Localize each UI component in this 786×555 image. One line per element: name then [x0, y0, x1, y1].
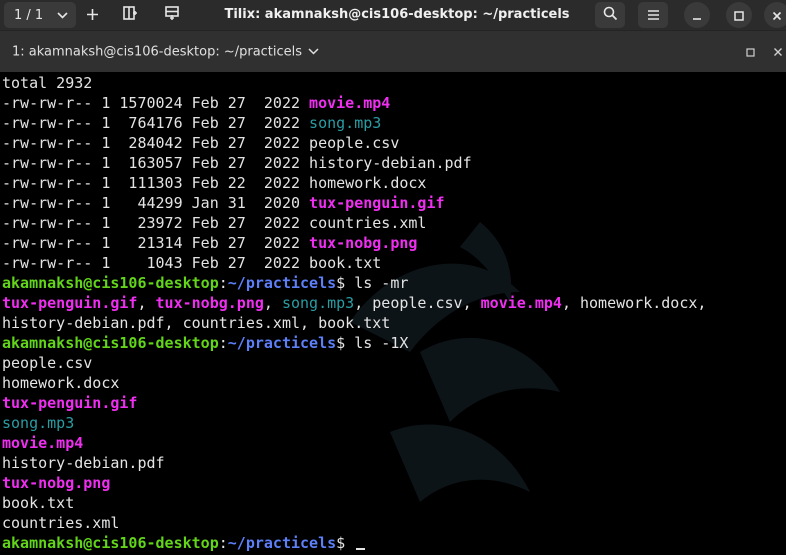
- terminal-line: -rw-rw-r-- 1 764176 Feb 27 2022 song.mp3: [2, 113, 706, 133]
- terminal-text-segment: ,: [137, 294, 156, 312]
- terminal-text-segment: tux-nobg.png: [2, 474, 111, 492]
- terminal-text-segment: song.mp3: [2, 414, 75, 432]
- terminal-text-segment: -rw-rw-r-- 1 111303 Feb 22 2022 homework…: [2, 174, 427, 192]
- close-terminal-icon: [773, 42, 783, 61]
- terminal-text-segment: movie.mp4: [309, 94, 391, 112]
- terminal-line: countries.xml: [2, 513, 706, 533]
- terminal-line: people.csv: [2, 353, 706, 373]
- chevron-down-icon: [308, 31, 319, 73]
- menu-button[interactable]: [638, 2, 668, 28]
- terminal-text-segment: ~/practicels: [227, 534, 337, 552]
- terminal-line: -rw-rw-r-- 1 111303 Feb 22 2022 homework…: [2, 173, 706, 193]
- terminal-text-segment: people.csv: [2, 354, 93, 372]
- terminal-text-segment: akamnaksh@cis106-desktop: [2, 534, 219, 552]
- terminal-text-segment: history-debian.pdf, countries.xml, book.…: [2, 314, 391, 332]
- terminal-text-segment: tux-penguin.gif: [2, 394, 138, 412]
- terminal-line: song.mp3: [2, 413, 706, 433]
- terminal-text-segment: akamnaksh@cis106-desktop: [2, 274, 219, 292]
- terminal-text-segment: homework.docx: [2, 374, 120, 392]
- terminal-line: -rw-rw-r-- 1 284042 Feb 27 2022 people.c…: [2, 133, 706, 153]
- minimize-icon: [692, 6, 702, 25]
- terminal-text-segment: -rw-rw-r-- 1 764176 Feb 27 2022: [2, 114, 310, 132]
- text-cursor: [356, 548, 366, 550]
- terminal-text-segment: :: [218, 334, 228, 352]
- terminal-text-segment: ~/practicels: [227, 274, 337, 292]
- close-button[interactable]: [764, 2, 786, 28]
- terminal-text-segment: tux-nobg.png: [309, 234, 418, 252]
- terminal-text-segment: tux-penguin.gif: [2, 294, 138, 312]
- terminal-text-segment: movie.mp4: [2, 434, 84, 452]
- terminal-line: tux-penguin.gif: [2, 393, 706, 413]
- title-bar: 1 / 1 Tilix: akamnaksh@cis106-desktop: ~…: [0, 0, 786, 30]
- new-session-button[interactable]: [78, 2, 106, 28]
- close-terminal-button[interactable]: [766, 39, 786, 63]
- terminal-line: -rw-rw-r-- 1 44299 Jan 31 2020 tux-pengu…: [2, 193, 706, 213]
- terminal-text-segment: -rw-rw-r-- 1 23972 Feb 27 2022 countries…: [2, 214, 427, 232]
- terminal-tab-bar: 1: akamnaksh@cis106-desktop: ~/practicel…: [0, 30, 786, 72]
- plus-icon: [86, 6, 99, 25]
- terminal-line: akamnaksh@cis106-desktop:~/practicels$: [2, 533, 706, 553]
- terminal-text-segment: , homework.docx,: [561, 294, 707, 312]
- minimize-button[interactable]: [684, 2, 710, 28]
- terminal-text-segment: history-debian.pdf: [2, 454, 165, 472]
- find-button[interactable]: [595, 2, 625, 28]
- terminal-line: -rw-rw-r-- 1 23972 Feb 27 2022 countries…: [2, 213, 706, 233]
- terminal-text-segment: -rw-rw-r-- 1 1570024 Feb 27 2022: [2, 94, 310, 112]
- terminal-text-segment: tux-nobg.png: [155, 294, 264, 312]
- terminal-line: history-debian.pdf: [2, 453, 706, 473]
- maximize-icon: [734, 6, 744, 25]
- terminal-text-segment: -rw-rw-r-- 1 44299 Jan 31 2020: [2, 194, 310, 212]
- session-label: 1 / 1: [14, 7, 44, 23]
- terminal-text-segment: movie.mp4: [480, 294, 562, 312]
- split-right-button[interactable]: [116, 2, 144, 28]
- terminal-text-segment: book.txt: [2, 494, 75, 512]
- terminal-line: tux-penguin.gif, tux-nobg.png, song.mp3,…: [2, 293, 706, 313]
- maximize-button[interactable]: [726, 2, 752, 28]
- terminal-text-segment: akamnaksh@cis106-desktop: [2, 334, 219, 352]
- terminal-line: total 2932: [2, 73, 706, 93]
- hamburger-menu-icon: [647, 6, 660, 25]
- terminal-text-segment: , people.csv,: [354, 294, 481, 312]
- maximize-terminal-button[interactable]: [738, 39, 762, 63]
- terminal-text-segment: -rw-rw-r-- 1 163057 Feb 27 2022 history-…: [2, 154, 472, 172]
- terminal-line: akamnaksh@cis106-desktop:~/practicels$ l…: [2, 273, 706, 293]
- terminal-text-segment: :: [218, 274, 228, 292]
- terminal-line: book.txt: [2, 493, 706, 513]
- close-icon: [772, 6, 782, 25]
- terminal-title-dropdown[interactable]: 1: akamnaksh@cis106-desktop: ~/practicel…: [12, 31, 319, 73]
- terminal-text-segment: song.mp3: [281, 294, 355, 312]
- terminal-text-segment: $ ls -mr: [336, 274, 409, 292]
- terminal-output: total 2932 -rw-rw-r-- 1 1570024 Feb 27 20…: [2, 73, 706, 553]
- terminal-line: movie.mp4: [2, 433, 706, 453]
- terminal-view[interactable]: total 2932 -rw-rw-r-- 1 1570024 Feb 27 20…: [0, 72, 786, 555]
- terminal-line: history-debian.pdf, countries.xml, book.…: [2, 313, 706, 333]
- terminal-text-segment: $ ls -1X: [336, 334, 409, 352]
- terminal-line: tux-nobg.png: [2, 473, 706, 493]
- terminal-line: -rw-rw-r-- 1 1570024 Feb 27 2022 movie.m…: [2, 93, 706, 113]
- split-down-button[interactable]: [158, 2, 186, 28]
- terminal-text-segment: tux-penguin.gif: [309, 194, 445, 212]
- terminal-text-segment: $: [336, 534, 355, 552]
- terminal-line: -rw-rw-r-- 1 21314 Feb 27 2022 tux-nobg.…: [2, 233, 706, 253]
- terminal-line: -rw-rw-r-- 1 1043 Feb 27 2022 book.txt: [2, 253, 706, 273]
- search-icon: [603, 6, 618, 25]
- maximize-terminal-icon: [745, 42, 755, 61]
- chevron-down-icon: [57, 8, 68, 23]
- terminal-text-segment: song.mp3: [309, 114, 382, 132]
- terminal-text-segment: ~/practicels: [227, 334, 337, 352]
- session-switcher-button[interactable]: 1 / 1: [4, 2, 76, 28]
- terminal-title: 1: akamnaksh@cis106-desktop: ~/practicel…: [12, 44, 303, 60]
- terminal-line: -rw-rw-r-- 1 163057 Feb 27 2022 history-…: [2, 153, 706, 173]
- terminal-text-segment: -rw-rw-r-- 1 1043 Feb 27 2022 book.txt: [2, 254, 382, 272]
- terminal-text-segment: -rw-rw-r-- 1 284042 Feb 27 2022 people.c…: [2, 134, 400, 152]
- split-horizontal-icon: [122, 5, 138, 25]
- terminal-text-segment: -rw-rw-r-- 1 21314 Feb 27 2022: [2, 234, 310, 252]
- terminal-text-segment: total 2932: [2, 74, 93, 92]
- split-vertical-icon: [164, 5, 180, 25]
- terminal-line: homework.docx: [2, 373, 706, 393]
- terminal-text-segment: countries.xml: [2, 514, 120, 532]
- terminal-text-segment: ,: [263, 294, 282, 312]
- terminal-text-segment: :: [218, 534, 228, 552]
- terminal-line: akamnaksh@cis106-desktop:~/practicels$ l…: [2, 333, 706, 353]
